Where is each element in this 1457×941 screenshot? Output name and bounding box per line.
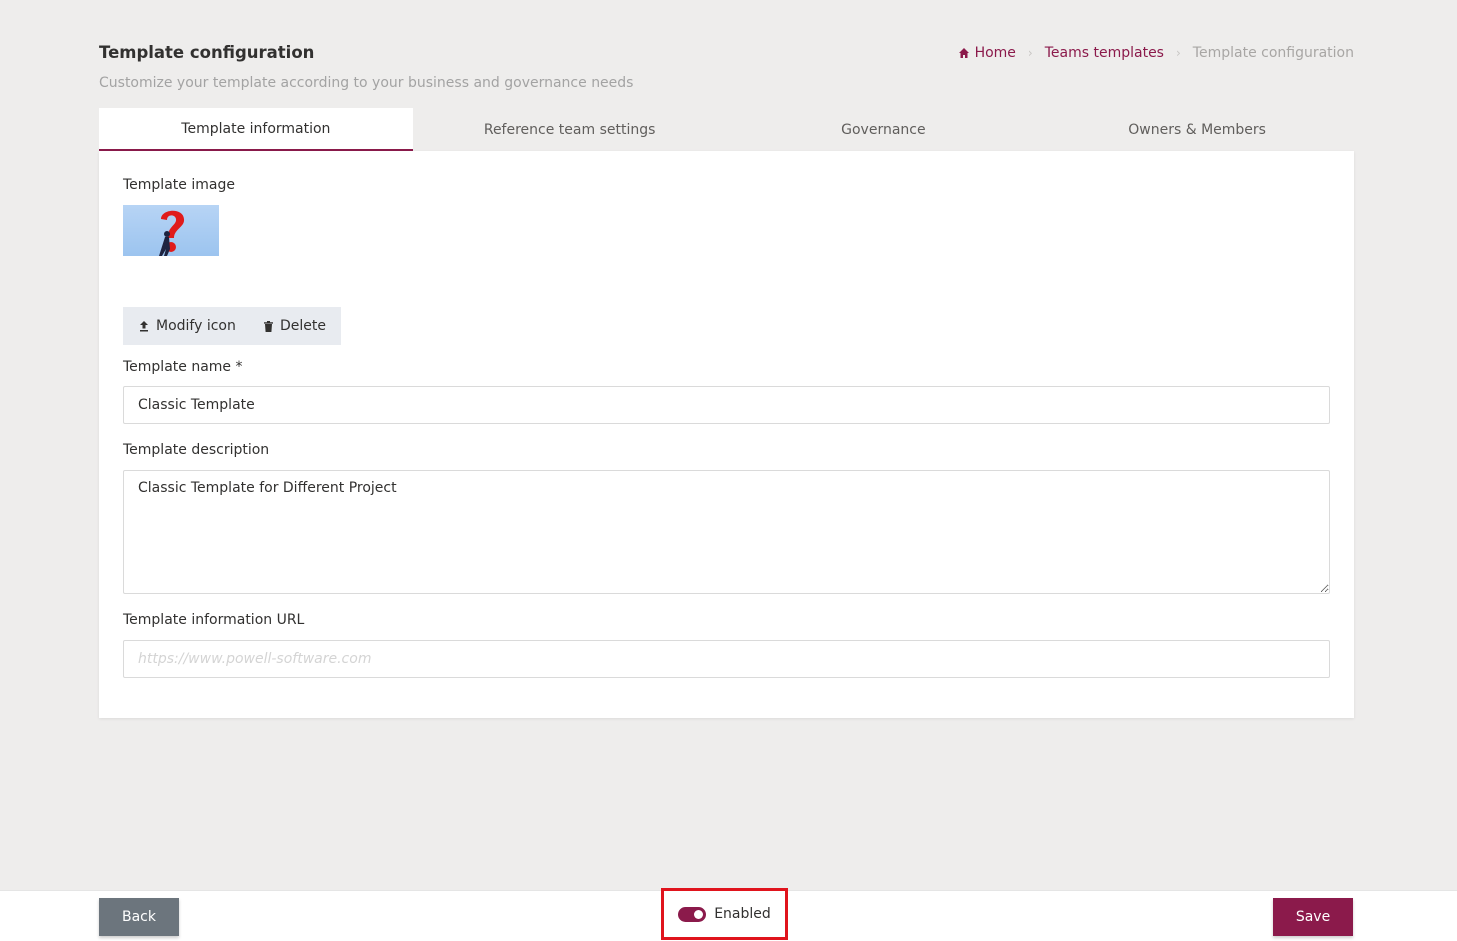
back-button[interactable]: Back (99, 898, 179, 936)
tab-governance[interactable]: Governance (727, 108, 1041, 151)
breadcrumb: Home › Teams templates › Template config… (958, 45, 1354, 61)
template-description-input[interactable]: Classic Template for Different Project (123, 470, 1330, 594)
breadcrumb-teams-templates[interactable]: Teams templates (1045, 45, 1164, 61)
template-image-label: Template image (123, 177, 235, 193)
tab-bar: Template information Reference team sett… (99, 108, 1354, 152)
delete-button[interactable]: Delete (249, 307, 341, 345)
chevron-right-icon: › (1027, 46, 1033, 60)
upload-icon (140, 320, 148, 331)
save-button[interactable]: Save (1273, 898, 1353, 936)
template-name-label: Template name * (123, 359, 243, 375)
template-url-input[interactable] (123, 640, 1330, 678)
enabled-toggle-container: Enabled (661, 888, 788, 940)
chevron-right-icon: › (1175, 46, 1181, 60)
template-name-input[interactable] (123, 386, 1330, 424)
breadcrumb-home-label: Home (974, 45, 1016, 61)
home-icon (958, 48, 969, 58)
enabled-toggle[interactable] (678, 906, 707, 922)
template-info-card: Template image Modify icon Delete Templa… (99, 151, 1354, 718)
delete-label: Delete (280, 318, 326, 334)
tab-template-information[interactable]: Template information (99, 108, 413, 151)
modify-icon-button[interactable]: Modify icon (123, 307, 252, 345)
template-description-label: Template description (123, 442, 270, 458)
trash-icon (264, 320, 273, 332)
tab-reference-team-settings[interactable]: Reference team settings (413, 108, 727, 151)
tab-owners-members[interactable]: Owners & Members (1040, 108, 1354, 151)
enabled-toggle-label: Enabled (714, 906, 771, 922)
breadcrumb-home[interactable]: Home (958, 45, 1016, 61)
modify-icon-label: Modify icon (156, 318, 236, 334)
toggle-knob (694, 909, 704, 919)
footer-bar: Back Enabled Save (0, 888, 1457, 941)
breadcrumb-current: Template configuration (1192, 45, 1354, 61)
question-mark-image (159, 210, 185, 256)
page-subtitle: Customize your template according to you… (99, 75, 634, 91)
template-image-thumbnail (123, 205, 219, 256)
page-title: Template configuration (99, 43, 315, 62)
template-url-label: Template information URL (123, 612, 305, 628)
